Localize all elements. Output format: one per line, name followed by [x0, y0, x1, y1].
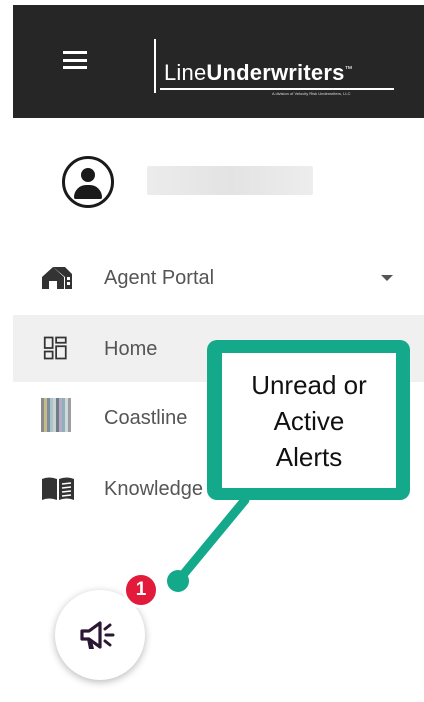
- megaphone-icon: [80, 621, 115, 649]
- user-name-redacted: [147, 166, 313, 195]
- logo-bold: Underwriters: [206, 60, 345, 85]
- menu-item-agent-portal[interactable]: Agent Portal: [13, 244, 424, 311]
- callout-text: Unread or Active Alerts: [251, 369, 367, 472]
- logo-trademark: ™: [344, 64, 353, 74]
- menu-item-label: Coastline: [104, 407, 188, 429]
- alert-count-badge: 1: [123, 572, 159, 608]
- user-avatar-icon[interactable]: [62, 156, 114, 208]
- menu-item-label: Knowledge: [104, 478, 203, 500]
- menu-item-label: Agent Portal: [104, 267, 215, 289]
- house-icon: [42, 267, 72, 289]
- callout-body: Unread or Active Alerts: [222, 353, 396, 488]
- logo-tagline: A division of Velocity Risk Underwriters…: [272, 91, 351, 96]
- logo-prefix: Line: [164, 60, 207, 85]
- chevron-down-icon[interactable]: [381, 275, 393, 281]
- hamburger-menu-icon[interactable]: [63, 51, 87, 69]
- line-underwriters-logo[interactable]: LineUnderwriters™ A division of Velocity…: [154, 39, 399, 97]
- dashboard-grid-icon: [43, 336, 67, 360]
- book-icon: [42, 477, 74, 500]
- coastline-logo-icon: [41, 398, 71, 432]
- menu-item-label: Home: [104, 338, 158, 360]
- app-header: LineUnderwriters™ A division of Velocity…: [13, 5, 424, 118]
